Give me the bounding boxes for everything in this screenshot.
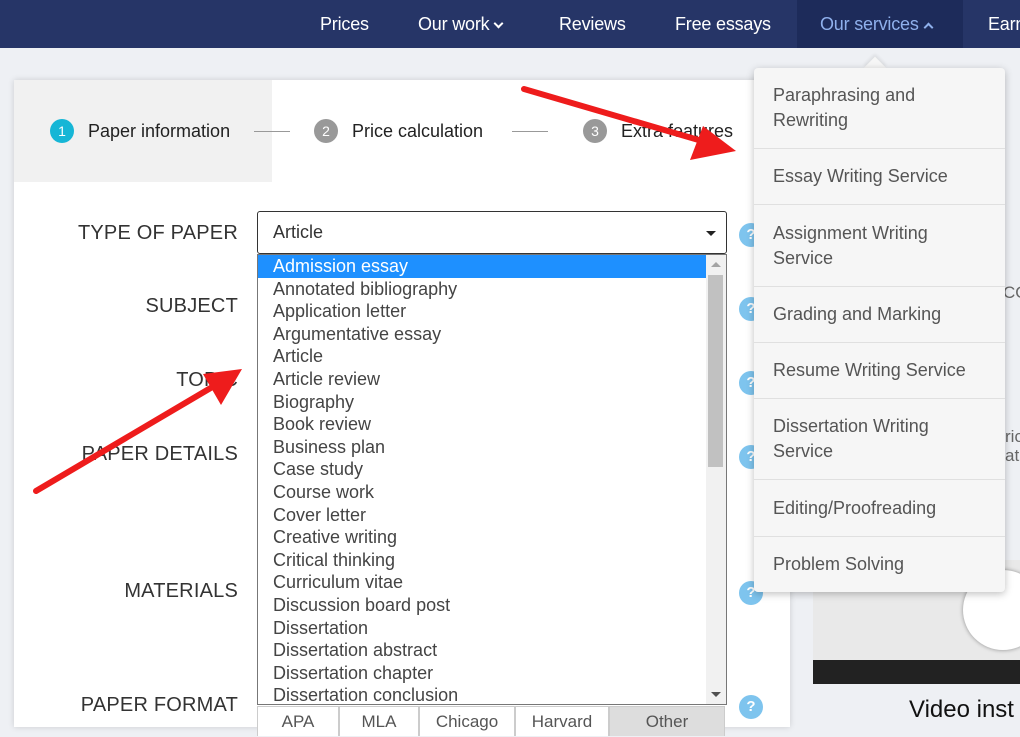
- help-icon[interactable]: ?: [739, 695, 763, 719]
- step-number-badge: 2: [314, 119, 338, 143]
- scroll-down-arrow-icon[interactable]: [711, 692, 721, 697]
- side-text-partial: ric: [1005, 427, 1020, 446]
- listbox-option[interactable]: Admission essay: [258, 255, 726, 278]
- service-grading-marking[interactable]: Grading and Marking: [754, 287, 1005, 343]
- type-of-paper-select[interactable]: Article: [257, 211, 727, 254]
- listbox-option[interactable]: Article review: [258, 368, 726, 391]
- service-editing-proofreading[interactable]: Editing/Proofreading: [754, 480, 1005, 537]
- paper-format-label: PAPER FORMAT: [80, 694, 238, 716]
- listbox-option[interactable]: Application letter: [258, 300, 726, 323]
- nav-reviews-label: Reviews: [559, 14, 626, 34]
- nav-our-work-label: Our work: [418, 14, 490, 34]
- nav-earn-label: Earn: [988, 14, 1020, 34]
- listbox-scrollbar[interactable]: [706, 255, 726, 704]
- listbox-option[interactable]: Creative writing: [258, 526, 726, 549]
- step-label: Price calculation: [352, 120, 484, 141]
- scroll-up-arrow-icon[interactable]: [711, 262, 721, 267]
- side-text-partial: CO: [1003, 283, 1020, 302]
- format-option-harvard[interactable]: Harvard: [515, 706, 609, 736]
- nav-prices-label: Prices: [320, 14, 369, 34]
- side-text-partial: at: [1005, 446, 1020, 465]
- listbox-option[interactable]: Critical thinking: [258, 549, 726, 572]
- paper-format-options: APA MLA Chicago Harvard Other: [257, 706, 725, 736]
- listbox-option[interactable]: Book review: [258, 413, 726, 436]
- select-value: Article: [273, 222, 324, 242]
- listbox-option[interactable]: Dissertation: [258, 617, 726, 640]
- format-option-chicago[interactable]: Chicago: [419, 706, 515, 736]
- materials-label: MATERIALS: [124, 580, 238, 602]
- format-option-apa[interactable]: APA: [257, 706, 339, 736]
- step-extra-features[interactable]: 3 Extra features: [583, 118, 733, 144]
- service-resume-writing[interactable]: Resume Writing Service: [754, 343, 1005, 399]
- listbox-option[interactable]: Cover letter: [258, 504, 726, 527]
- top-navbar: Prices Our work Reviews Free essays Our …: [0, 0, 1020, 48]
- listbox-option[interactable]: Case study: [258, 458, 726, 481]
- nav-free-essays-label: Free essays: [675, 14, 771, 34]
- step-number-badge: 1: [50, 119, 74, 143]
- step-number-badge: 3: [583, 119, 607, 143]
- order-steps: 1 Paper information 2 Price calculation …: [14, 80, 790, 182]
- nav-reviews[interactable]: Reviews: [559, 0, 626, 48]
- step-label: Paper information: [88, 120, 231, 141]
- nav-our-services-label: Our services: [820, 14, 919, 34]
- format-option-other[interactable]: Other: [609, 706, 725, 736]
- listbox-option[interactable]: Curriculum vitae: [258, 571, 726, 594]
- service-assignment-writing[interactable]: Assignment Writing Service: [754, 205, 1005, 287]
- nav-our-work[interactable]: Our work: [418, 0, 504, 48]
- listbox-option[interactable]: Course work: [258, 481, 726, 504]
- type-of-paper-listbox[interactable]: Admission essay Annotated bibliography App…: [257, 254, 727, 705]
- service-problem-solving[interactable]: Problem Solving: [754, 537, 1005, 592]
- format-option-mla[interactable]: MLA: [339, 706, 419, 736]
- listbox-option[interactable]: Dissertation conclusion: [258, 684, 726, 704]
- service-paraphrasing[interactable]: Paraphrasing and Rewriting: [754, 68, 1005, 149]
- step-divider: [254, 131, 290, 132]
- listbox-options: Admission essay Annotated bibliography App…: [258, 255, 726, 704]
- step-label: Extra features: [621, 120, 734, 141]
- video-title: Video inst: [909, 696, 1014, 723]
- listbox-option[interactable]: Argumentative essay: [258, 323, 726, 346]
- step-price-calculation[interactable]: 2 Price calculation: [314, 118, 483, 144]
- listbox-option[interactable]: Business plan: [258, 436, 726, 459]
- nav-earn[interactable]: Earn: [988, 0, 1020, 48]
- listbox-option[interactable]: Biography: [258, 391, 726, 414]
- subject-label: SUBJECT: [145, 295, 238, 317]
- listbox-option[interactable]: Dissertation chapter: [258, 662, 726, 685]
- scrollbar-thumb[interactable]: [708, 275, 723, 467]
- step-paper-information[interactable]: 1 Paper information: [50, 118, 230, 144]
- paper-details-label: PAPER DETAILS: [81, 443, 238, 465]
- chevron-up-icon: [923, 22, 934, 33]
- listbox-option[interactable]: Annotated bibliography: [258, 278, 726, 301]
- listbox-option[interactable]: Article: [258, 345, 726, 368]
- nav-free-essays[interactable]: Free essays: [675, 0, 771, 48]
- caret-down-icon: [706, 231, 716, 236]
- our-services-dropdown: Paraphrasing and Rewriting Essay Writing…: [754, 68, 1005, 592]
- service-dissertation-writing[interactable]: Dissertation Writing Service: [754, 399, 1005, 480]
- listbox-option[interactable]: Discussion board post: [258, 594, 726, 617]
- service-essay-writing[interactable]: Essay Writing Service: [754, 149, 1005, 205]
- step-divider: [512, 131, 548, 132]
- topic-label: TOPIC: [176, 369, 238, 391]
- nav-prices[interactable]: Prices: [320, 0, 369, 48]
- chevron-down-icon: [493, 18, 504, 29]
- type-of-paper-label: TYPE OF PAPER: [77, 222, 238, 244]
- listbox-option[interactable]: Dissertation abstract: [258, 639, 726, 662]
- nav-our-services[interactable]: Our services: [797, 0, 963, 48]
